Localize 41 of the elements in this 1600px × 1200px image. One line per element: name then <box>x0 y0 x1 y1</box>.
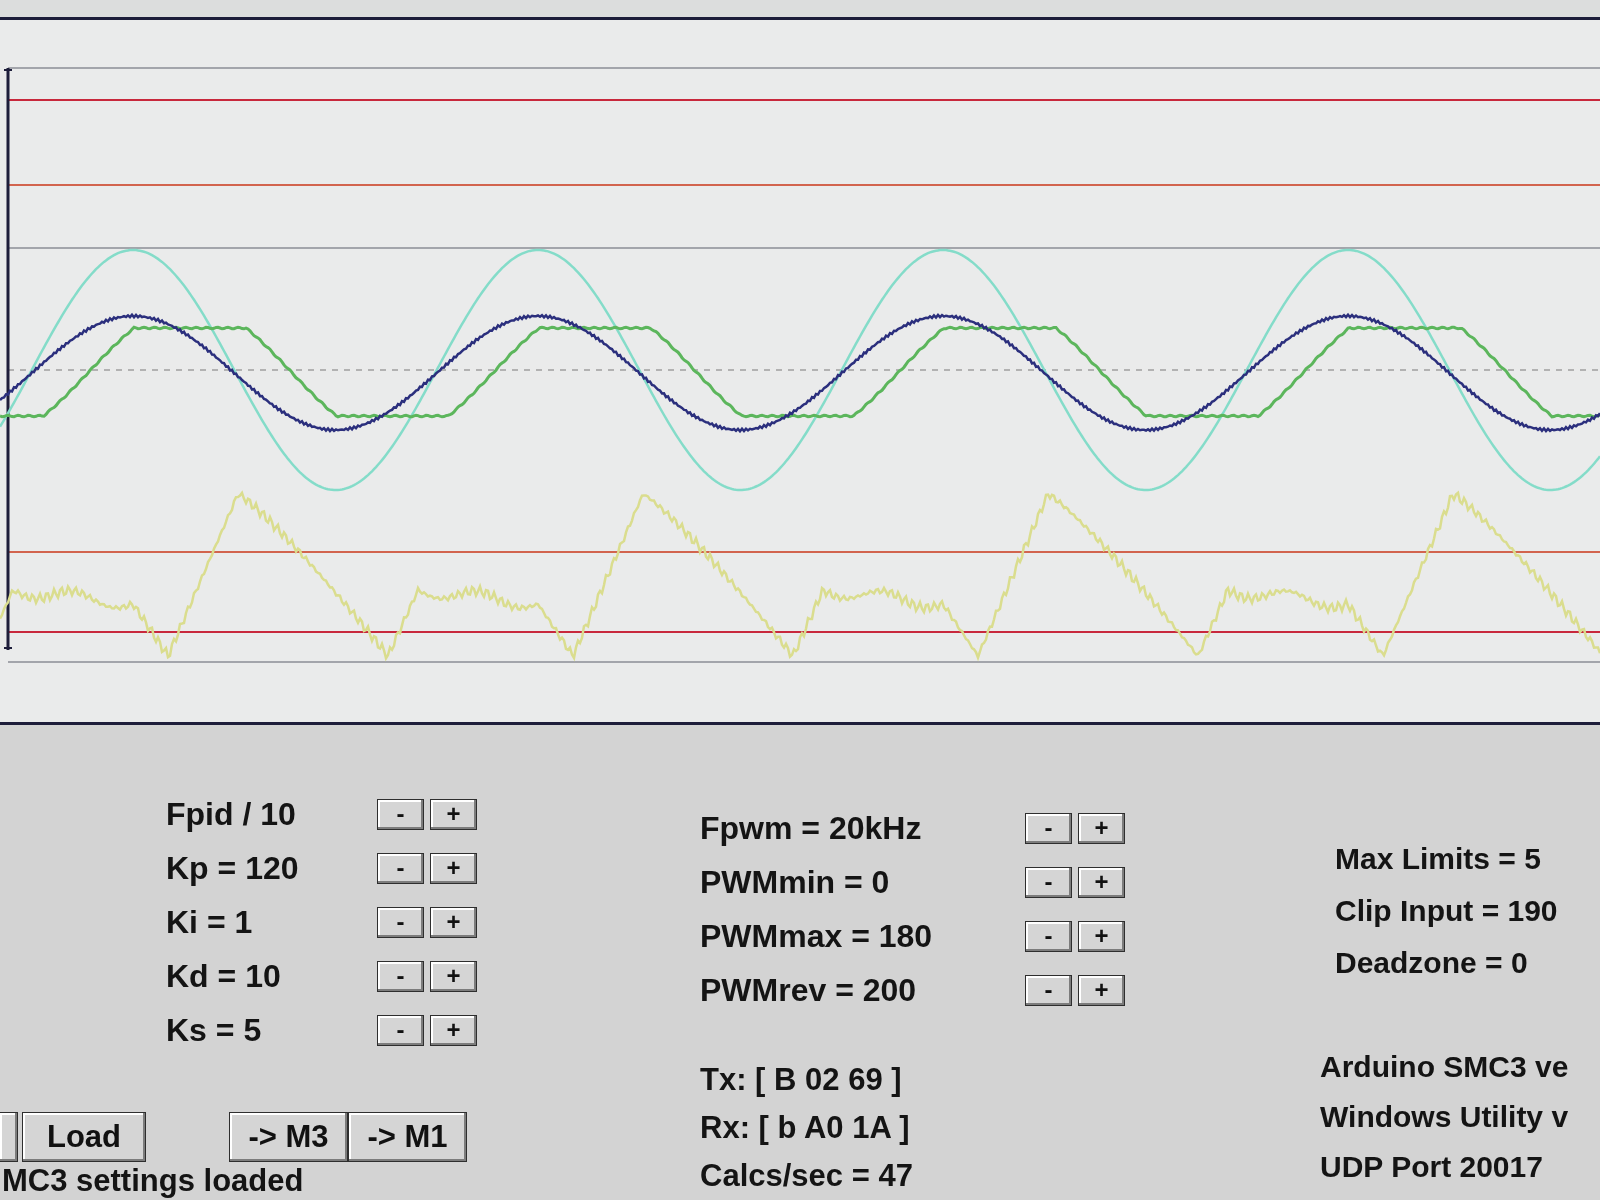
serial-readout: Calcs/sec = 47 <box>700 1159 913 1191</box>
serial-readout: Tx: [ B 02 69 ] <box>700 1063 902 1095</box>
info-text: Windows Utility v <box>1320 1102 1569 1132</box>
setting-label: Fpid / 10 <box>166 796 296 832</box>
setting-label: PWMmax = 180 <box>700 918 933 954</box>
minus-button[interactable]: - <box>1025 812 1072 844</box>
plus-button[interactable]: + <box>1078 812 1125 844</box>
serial-readout: Rx: [ b A0 1A ] <box>700 1111 910 1143</box>
plus-button[interactable]: + <box>1078 974 1125 1006</box>
setting-label: Ks = 5 <box>166 1012 262 1048</box>
setting-label: Kp = 120 <box>166 850 299 886</box>
setting-label: Fpwm = 20kHz <box>700 810 922 846</box>
plus-button[interactable]: + <box>430 906 477 938</box>
plus-button[interactable]: + <box>430 1014 477 1046</box>
plus-button[interactable]: + <box>430 960 477 992</box>
minus-button[interactable]: - <box>1025 866 1072 898</box>
plus-button[interactable]: + <box>430 798 477 830</box>
setting-label: Kd = 10 <box>166 958 281 994</box>
limit-label: Clip Input = 190 <box>1335 896 1558 926</box>
minus-button[interactable]: - <box>377 960 424 992</box>
motor-button[interactable]: -> M3 <box>229 1112 348 1162</box>
setting-label: Ki = 1 <box>166 904 253 940</box>
minus-button[interactable]: - <box>377 906 424 938</box>
setting-label: PWMrev = 200 <box>700 972 917 1008</box>
info-text: Arduino SMC3 ve <box>1320 1052 1569 1082</box>
limit-label: Deadzone = 0 <box>1335 948 1528 978</box>
limit-label: Max Limits = 5 <box>1335 844 1541 874</box>
setting-label: PWMmin = 0 <box>700 864 890 900</box>
plus-button[interactable]: + <box>1078 866 1125 898</box>
minus-button[interactable]: - <box>377 852 424 884</box>
motor-button[interactable]: -> M1 <box>348 1112 467 1162</box>
partial-button[interactable] <box>0 1112 18 1162</box>
plus-button[interactable]: + <box>1078 920 1125 952</box>
minus-button[interactable]: - <box>1025 920 1072 952</box>
plus-button[interactable]: + <box>430 852 477 884</box>
info-text: UDP Port 20017 <box>1320 1152 1543 1182</box>
minus-button[interactable]: - <box>377 798 424 830</box>
minus-button[interactable]: - <box>377 1014 424 1046</box>
load-button[interactable]: Load <box>22 1112 146 1162</box>
status-text: MC3 settings loaded <box>2 1164 304 1196</box>
minus-button[interactable]: - <box>1025 974 1072 1006</box>
